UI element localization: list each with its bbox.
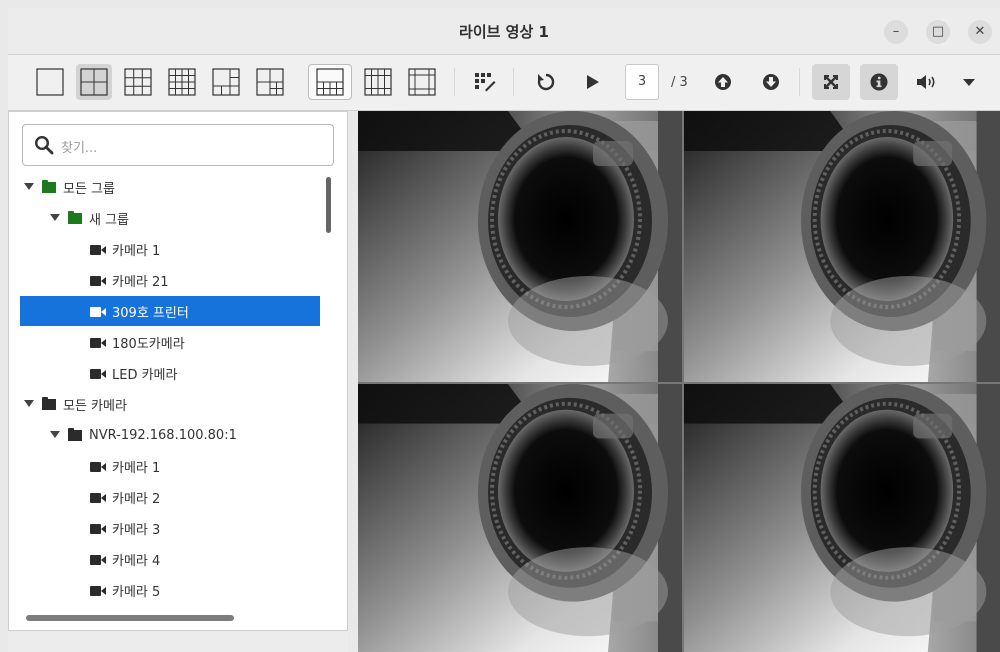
camera-icon <box>90 554 106 565</box>
search-icon <box>34 135 54 155</box>
toolbar-separator <box>799 68 800 96</box>
maximize-button[interactable]: □ <box>926 20 950 44</box>
panel-footer <box>8 631 348 652</box>
fullscreen-toggle-icon[interactable] <box>812 64 850 100</box>
tree-item-label: 카메라 3 <box>112 522 161 538</box>
window-title: 라이브 영상 1 <box>459 23 549 41</box>
tree-item-label: 카메라 1 <box>112 243 161 259</box>
tree-camera-item[interactable]: 카메라 5 <box>20 575 320 605</box>
toolbar-separator <box>513 68 514 96</box>
toolbar-separator <box>454 68 455 96</box>
tree-camera-item[interactable]: 309호 프린터 <box>20 296 320 326</box>
tree-item-label: 카메라 5 <box>112 584 161 600</box>
video-tile-2[interactable] <box>684 111 1000 382</box>
video-frame <box>358 384 682 652</box>
tree-item-label: 309호 프린터 <box>112 305 189 321</box>
tree-camera-item[interactable]: 카메라 4 <box>20 544 320 574</box>
tree-item-label: 모든 그룹 <box>63 181 115 197</box>
info-toggle-icon[interactable] <box>860 64 898 100</box>
tree-item-label: LED 카메라 <box>112 367 178 383</box>
chevron-down-icon[interactable] <box>954 64 984 100</box>
tree-camera-item[interactable]: 카메라 1 <box>20 234 320 264</box>
video-tile-1[interactable] <box>358 111 682 382</box>
title-bar: 라이브 영상 1 – □ ✕ <box>8 8 1000 55</box>
layout-1x1-button[interactable] <box>32 64 68 100</box>
expand-arrow-icon[interactable] <box>24 182 34 192</box>
search-input[interactable]: 찾기... <box>22 124 334 166</box>
expand-arrow-icon[interactable] <box>50 430 60 440</box>
layout-1plus5-button[interactable] <box>208 64 244 100</box>
volume-icon[interactable] <box>910 64 942 100</box>
folder-icon <box>68 427 82 441</box>
camera-icon <box>90 275 106 286</box>
tree-folder-item[interactable]: 모든 카메라 <box>20 389 320 419</box>
camera-icon <box>90 244 106 255</box>
layout-5x5-button[interactable] <box>360 64 396 100</box>
play-icon[interactable] <box>574 64 610 100</box>
camera-tree-panel: 찾기... 모든 그룹새 그룹카메라 1 카메라 21 309호 프린터 180도카메… <box>8 111 348 631</box>
video-frame <box>358 111 682 382</box>
camera-icon <box>90 461 106 472</box>
folder-icon <box>42 396 56 410</box>
tree-item-label: NVR-192.168.100.80:1 <box>89 427 237 443</box>
layout-frame-button[interactable] <box>404 64 440 100</box>
tree-item-label: 180도카메라 <box>112 336 185 352</box>
folder-icon <box>42 179 56 193</box>
layout-2x2-button[interactable] <box>76 64 112 100</box>
page-up-icon[interactable] <box>708 64 738 100</box>
tree-camera-item[interactable]: 180도카메라 <box>20 327 320 357</box>
camera-icon <box>90 585 106 596</box>
tree-camera-item[interactable]: LED 카메라 <box>20 358 320 388</box>
layout-1plus12-button[interactable] <box>308 64 352 100</box>
layout-3x3-button[interactable] <box>120 64 156 100</box>
page-down-icon[interactable] <box>756 64 786 100</box>
tree-camera-item[interactable]: 카메라 3 <box>20 513 320 543</box>
rewind-icon[interactable] <box>528 64 564 100</box>
page-number-input[interactable]: 3 <box>625 64 659 100</box>
tree-item-label: 카메라 2 <box>112 491 161 507</box>
tree-folder-item[interactable]: NVR-192.168.100.80:1 <box>20 420 320 450</box>
camera-icon <box>90 523 106 534</box>
tree-item-label: 카메라 4 <box>112 553 161 569</box>
tree-folder-item[interactable]: 새 그룹 <box>20 203 320 233</box>
tree-horizontal-scrollbar[interactable] <box>26 615 234 621</box>
close-button[interactable]: ✕ <box>968 20 992 44</box>
camera-icon <box>90 306 106 317</box>
folder-icon <box>68 210 82 224</box>
tree-vertical-scrollbar[interactable] <box>326 177 331 233</box>
custom-layout-icon[interactable] <box>466 64 502 100</box>
tree-folder-item[interactable]: 모든 그룹 <box>20 172 320 202</box>
expand-arrow-icon[interactable] <box>24 399 34 409</box>
tree-item-label: 모든 카메라 <box>63 398 127 414</box>
camera-icon <box>90 368 106 379</box>
tree-item-label: 카메라 1 <box>112 460 161 476</box>
toolbar: 3 / 3 <box>8 55 1000 111</box>
video-tile-3[interactable] <box>358 384 682 652</box>
tree-camera-item[interactable]: 카메라 2 <box>20 482 320 512</box>
layout-4x4-button[interactable] <box>164 64 200 100</box>
minimize-button[interactable]: – <box>884 20 908 44</box>
expand-arrow-icon[interactable] <box>50 213 60 223</box>
tree-camera-item[interactable]: 카메라 21 <box>20 265 320 295</box>
tree-item-label: 새 그룹 <box>89 212 130 228</box>
tree-item-label: 카메라 21 <box>112 274 169 290</box>
video-tile-4[interactable] <box>684 384 1000 652</box>
video-frame <box>684 384 1000 652</box>
video-frame <box>684 111 1000 382</box>
camera-icon <box>90 492 106 503</box>
video-grid <box>358 111 1000 652</box>
search-placeholder: 찾기... <box>61 141 98 156</box>
layout-1plus7-button[interactable] <box>252 64 288 100</box>
page-total-label: / 3 <box>671 75 688 90</box>
camera-icon <box>90 337 106 348</box>
tree-camera-item[interactable]: 카메라 1 <box>20 451 320 481</box>
